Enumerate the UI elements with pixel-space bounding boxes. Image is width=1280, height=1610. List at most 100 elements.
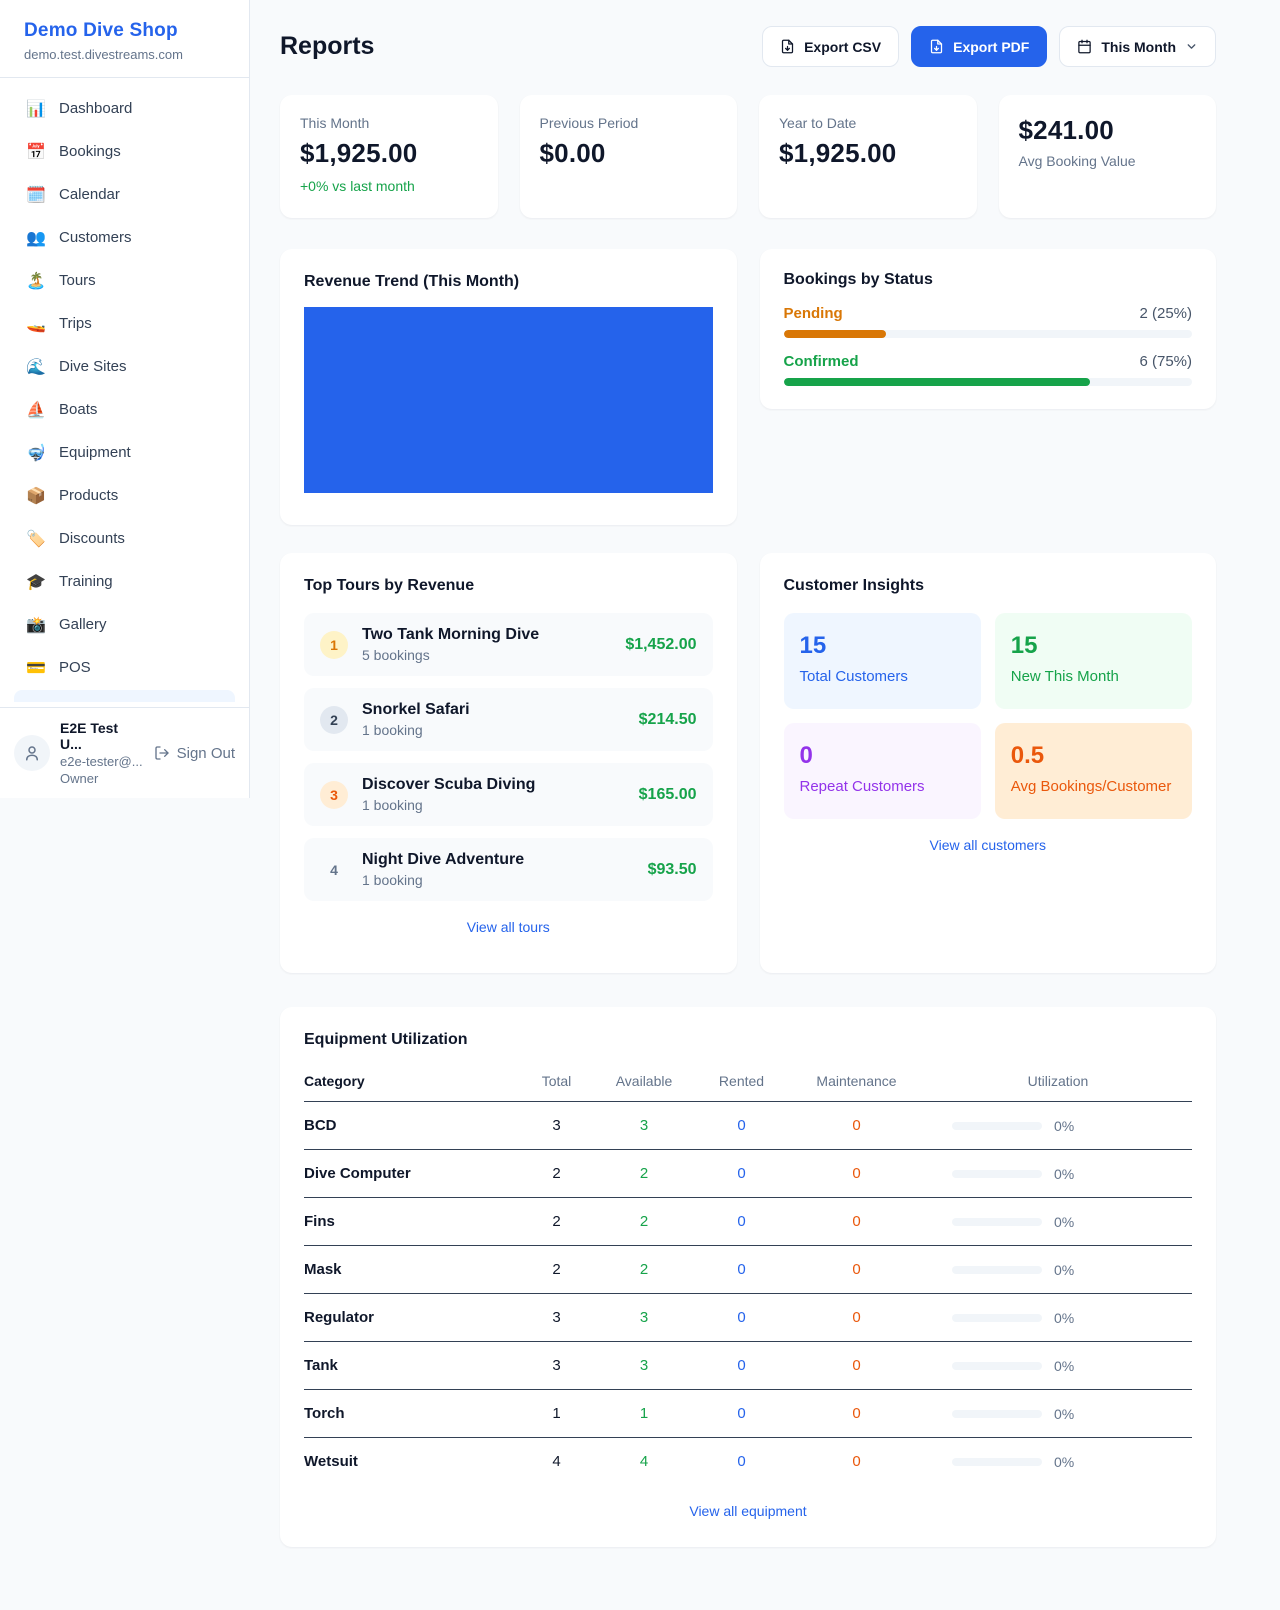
sidebar-item-bookings[interactable]: 📅Bookings <box>14 131 235 171</box>
equipment-rented: 0 <box>694 1309 789 1326</box>
sign-out-button[interactable]: Sign Out <box>154 745 235 762</box>
stat-card-value: $1,925.00 <box>300 138 478 169</box>
tour-row-snorkel-safari[interactable]: 2Snorkel Safari1 booking$214.50 <box>304 688 713 751</box>
sidebar-item-training[interactable]: 🎓Training <box>14 561 235 601</box>
sidebar-item-label: Gallery <box>59 616 107 633</box>
tour-row-two-tank-morning-dive[interactable]: 1Two Tank Morning Dive5 bookings$1,452.0… <box>304 613 713 676</box>
stat-cards-row: This Month$1,925.00+0% vs last monthPrev… <box>280 95 1216 218</box>
sidebar-item-dashboard[interactable]: 📊Dashboard <box>14 88 235 128</box>
brand-subdomain: demo.test.divestreams.com <box>24 47 225 62</box>
equipment-total: 3 <box>519 1357 594 1374</box>
sidebar-item-label: Products <box>59 487 118 504</box>
discounts-tag-icon: 🏷️ <box>26 529 46 548</box>
equipment-total: 3 <box>519 1117 594 1134</box>
period-dropdown[interactable]: This Month <box>1059 26 1216 67</box>
stat-card-previous-period: Previous Period$0.00 <box>520 95 738 218</box>
sidebar-item-boats[interactable]: ⛵Boats <box>14 389 235 429</box>
equipment-rented: 0 <box>694 1357 789 1374</box>
tour-revenue: $165.00 <box>639 786 697 804</box>
equipment-maintenance: 0 <box>789 1453 924 1470</box>
bookings-calendar-icon: 📅 <box>26 142 46 161</box>
tour-revenue: $93.50 <box>648 861 697 879</box>
user-avatar <box>14 735 50 771</box>
insight-label: Total Customers <box>800 668 965 685</box>
utilization-bar-track <box>952 1410 1042 1418</box>
export-pdf-button[interactable]: Export PDF <box>911 26 1047 67</box>
equipment-row-fins: Fins22000% <box>304 1198 1192 1246</box>
tour-name: Snorkel Safari <box>362 701 470 719</box>
equipment-category: Wetsuit <box>304 1453 519 1470</box>
tour-name: Two Tank Morning Dive <box>362 626 539 644</box>
equipment-total: 3 <box>519 1309 594 1326</box>
sidebar-item-pos[interactable]: 💳POS <box>14 647 235 687</box>
tour-row-discover-scuba-diving[interactable]: 3Discover Scuba Diving1 booking$165.00 <box>304 763 713 826</box>
equipment-category: Torch <box>304 1405 519 1422</box>
utilization-percent: 0% <box>1054 1454 1074 1470</box>
equipment-utilization-cell: 0% <box>924 1358 1192 1374</box>
view-all-customers-link[interactable]: View all customers <box>784 837 1193 853</box>
sidebar-item-dive-sites[interactable]: 🌊Dive Sites <box>14 346 235 386</box>
insight-label: Avg Bookings/Customer <box>1011 778 1176 795</box>
products-package-icon: 📦 <box>26 486 46 505</box>
view-all-equipment-link[interactable]: View all equipment <box>304 1503 1192 1519</box>
insight-label: New This Month <box>1011 668 1176 685</box>
equipment-total: 2 <box>519 1261 594 1278</box>
sidebar-item-active-partial[interactable] <box>14 690 235 702</box>
equipment-available: 1 <box>594 1405 694 1422</box>
user-name: E2E Test U... <box>60 720 144 752</box>
tour-bookings-count: 1 booking <box>362 722 470 738</box>
sidebar-item-label: Trips <box>59 315 92 332</box>
brand-title[interactable]: Demo Dive Shop <box>24 20 225 42</box>
sidebar-user-footer: E2E Test U... e2e-tester@... Owner Sign … <box>0 707 249 798</box>
equipment-utilization-cell: 0% <box>924 1166 1192 1182</box>
equipment-utilization-cell: 0% <box>924 1406 1192 1422</box>
equipment-maintenance: 0 <box>789 1261 924 1278</box>
sidebar-item-label: Discounts <box>59 530 125 547</box>
tour-info: Discover Scuba Diving1 booking <box>362 776 535 813</box>
stat-card-this-month: This Month$1,925.00+0% vs last month <box>280 95 498 218</box>
equipment-row-mask: Mask22000% <box>304 1246 1192 1294</box>
sign-out-icon <box>154 745 170 761</box>
equipment-category: Fins <box>304 1213 519 1230</box>
sidebar-item-trips[interactable]: 🚤Trips <box>14 303 235 343</box>
insight-tile-repeat-customers: 0Repeat Customers <box>784 723 981 819</box>
utilization-percent: 0% <box>1054 1118 1074 1134</box>
sidebar-item-label: POS <box>59 659 91 676</box>
equipment-total: 4 <box>519 1453 594 1470</box>
equipment-maintenance: 0 <box>789 1165 924 1182</box>
stat-card-delta: +0% vs last month <box>300 178 478 194</box>
export-csv-button[interactable]: Export CSV <box>762 26 899 67</box>
equipment-utilization-title: Equipment Utilization <box>304 1031 1192 1049</box>
equipment-category: Tank <box>304 1357 519 1374</box>
customer-insights-card: Customer Insights 15Total Customers15New… <box>760 553 1217 973</box>
column-header-utilization: Utilization <box>924 1073 1192 1089</box>
column-header-maintenance: Maintenance <box>789 1073 924 1089</box>
sidebar-item-gallery[interactable]: 📸 Gallery <box>14 604 235 644</box>
brand-block: Demo Dive Shop demo.test.divestreams.com <box>0 0 249 78</box>
chevron-down-icon <box>1185 40 1198 53</box>
sidebar-item-label: Tours <box>59 272 96 289</box>
gallery-camera-icon: 📸 <box>26 615 46 634</box>
tour-revenue: $214.50 <box>639 711 697 729</box>
sidebar-item-label: Customers <box>59 229 132 246</box>
dive-sites-wave-icon: 🌊 <box>26 357 46 376</box>
tour-bookings-count: 1 booking <box>362 797 535 813</box>
tour-row-night-dive-adventure[interactable]: 4Night Dive Adventure1 booking$93.50 <box>304 838 713 901</box>
sidebar-item-tours[interactable]: 🏝️Tours <box>14 260 235 300</box>
tour-bookings-count: 1 booking <box>362 872 524 888</box>
status-rows: Pending2 (25%) Confirmed6 (75%) <box>784 305 1193 386</box>
sidebar-item-discounts[interactable]: 🏷️ Discounts <box>14 518 235 558</box>
sidebar-item-equipment[interactable]: 🤿Equipment <box>14 432 235 472</box>
stat-card-value: $1,925.00 <box>779 138 957 169</box>
sidebar-item-products[interactable]: 📦 Products <box>14 475 235 515</box>
status-row-pending: Pending2 (25%) <box>784 305 1193 338</box>
view-all-tours-link[interactable]: View all tours <box>304 919 713 935</box>
tour-list: 1Two Tank Morning Dive5 bookings$1,452.0… <box>304 613 713 901</box>
insight-value: 15 <box>1011 632 1176 660</box>
insight-value: 0.5 <box>1011 742 1176 770</box>
sidebar-item-calendar[interactable]: 🗓️Calendar <box>14 174 235 214</box>
status-row-confirmed: Confirmed6 (75%) <box>784 353 1193 386</box>
tour-info: Night Dive Adventure1 booking <box>362 851 524 888</box>
sidebar-item-customers[interactable]: 👥Customers <box>14 217 235 257</box>
utilization-percent: 0% <box>1054 1358 1074 1374</box>
